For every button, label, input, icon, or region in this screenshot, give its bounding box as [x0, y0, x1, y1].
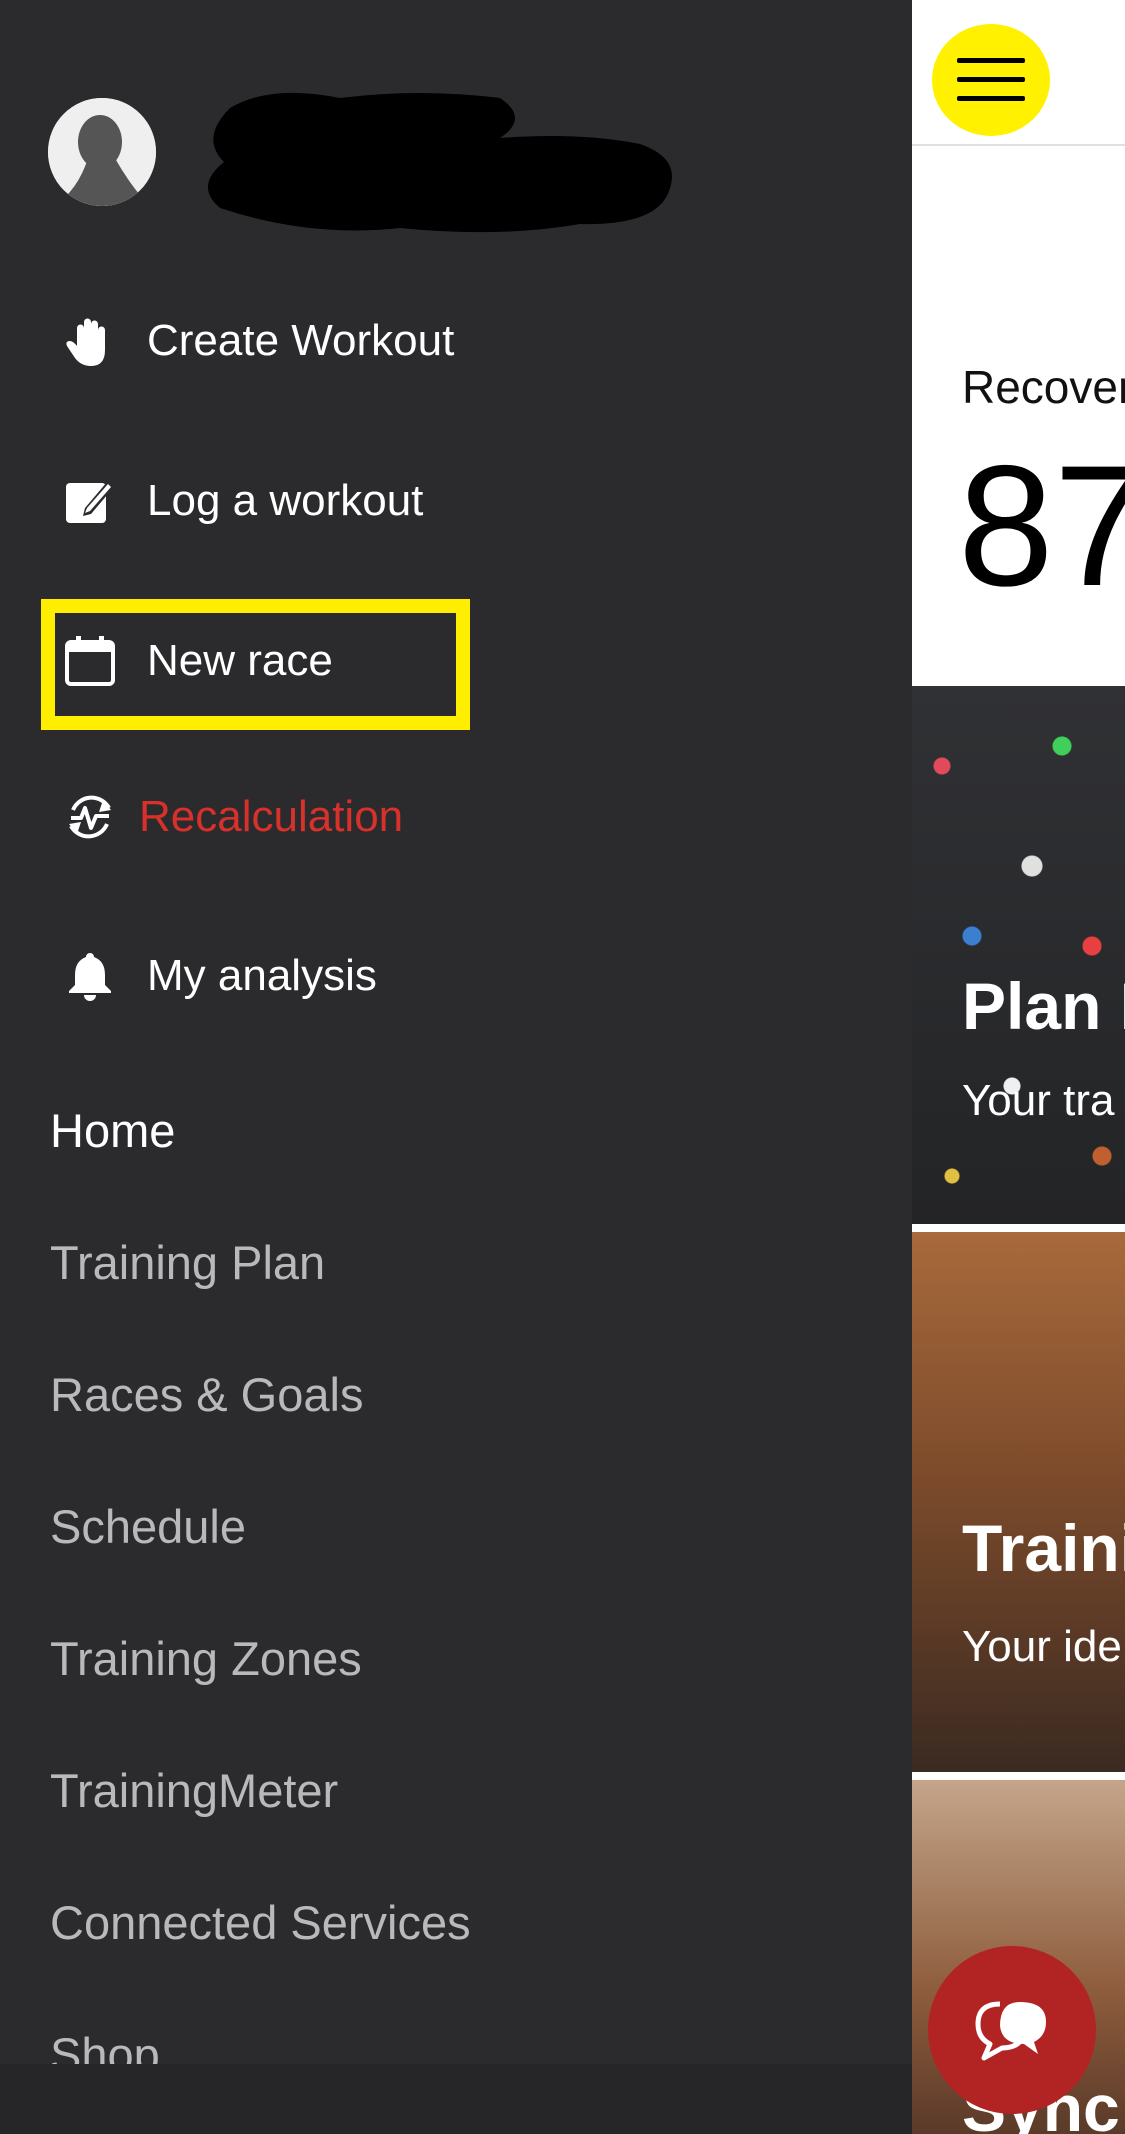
redacted-username [200, 88, 680, 248]
recalculation-label: Recalculation [139, 792, 404, 841]
card-subtitle: Your ide [962, 1622, 1122, 1671]
card-title: Plan I [962, 969, 1125, 1043]
nav-schedule[interactable]: Schedule [50, 1499, 246, 1554]
drawer-footer [0, 2064, 912, 2134]
new-race-highlight [41, 599, 470, 730]
recalculation-icon [55, 782, 125, 852]
training-card[interactable]: Traini Your ide [912, 1232, 1125, 1772]
nav-training-plan[interactable]: Training Plan [50, 1235, 325, 1290]
recovery-value: 87 [958, 430, 1125, 622]
top-bar [912, 0, 1125, 146]
create-workout-label: Create Workout [147, 316, 455, 365]
edit-icon [55, 466, 125, 536]
log-workout-label: Log a workout [147, 476, 424, 525]
card-title: Traini [962, 1511, 1125, 1585]
my-analysis-button[interactable]: My analysis [55, 931, 377, 1021]
main-content: Recover 87 Plan I Your tra Traini Your i… [912, 0, 1125, 2134]
hand-icon [55, 306, 125, 376]
create-workout-button[interactable]: Create Workout [55, 296, 454, 386]
nav-trainingmeter[interactable]: TrainingMeter [50, 1763, 338, 1818]
recalculation-button[interactable]: Recalculation [55, 772, 403, 862]
plan-card[interactable]: Plan I Your tra [912, 686, 1125, 1224]
nav-connected-services[interactable]: Connected Services [50, 1895, 471, 1950]
nav-races-goals[interactable]: Races & Goals [50, 1367, 363, 1422]
bell-icon [55, 941, 125, 1011]
avatar[interactable] [48, 98, 156, 206]
nav-home[interactable]: Home [50, 1103, 175, 1158]
card-subtitle: Your tra [962, 1076, 1115, 1125]
chat-button[interactable] [928, 1946, 1096, 2114]
user-silhouette-icon [48, 98, 156, 206]
log-workout-button[interactable]: Log a workout [55, 456, 423, 546]
chat-bubble-icon [975, 2001, 1046, 2061]
my-analysis-label: My analysis [147, 951, 377, 1000]
navigation-drawer: Create Workout Log a workout New race Re… [0, 0, 912, 2134]
nav-training-zones[interactable]: Training Zones [50, 1631, 362, 1686]
menu-button[interactable] [932, 24, 1050, 136]
recovery-label: Recover [962, 361, 1125, 413]
hamburger-menu-icon [957, 58, 1025, 101]
